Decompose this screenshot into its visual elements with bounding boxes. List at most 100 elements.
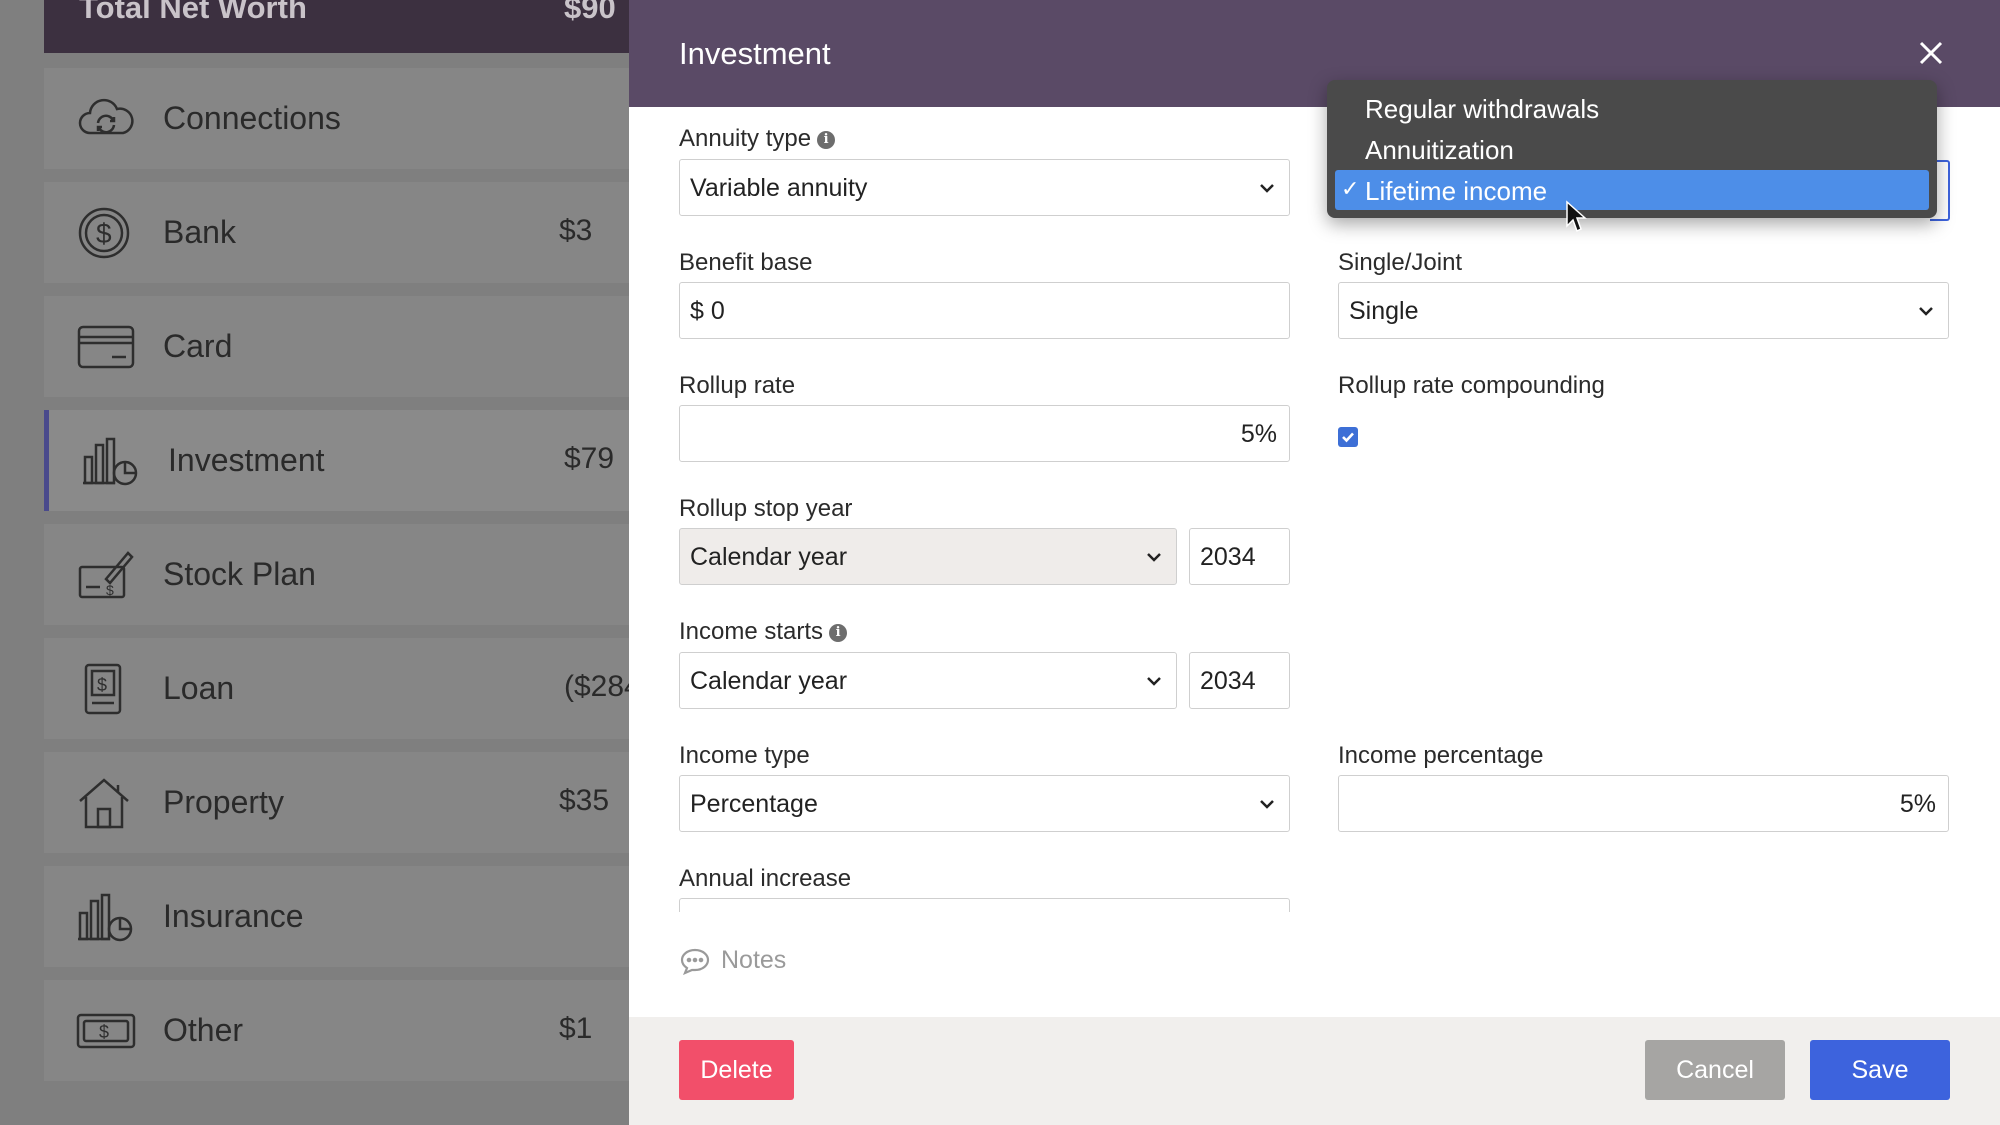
banknote-icon: $ xyxy=(76,1005,136,1057)
delete-button[interactable]: Delete xyxy=(679,1040,794,1100)
annuity-type-select[interactable]: Variable annuity xyxy=(679,159,1290,216)
dropdown-option-label: Regular withdrawals xyxy=(1365,94,1600,124)
benefit-base-label: Benefit base xyxy=(679,249,813,276)
rollup-rate-label: Rollup rate xyxy=(679,372,796,399)
save-button[interactable]: Save xyxy=(1810,1040,1950,1100)
annual-increase-label: Annual increase xyxy=(679,865,852,892)
net-worth-value: $90 xyxy=(564,0,616,25)
dropdown-option-annuitization[interactable]: Annuitization xyxy=(1335,129,1929,169)
account-amount: $3 xyxy=(559,214,593,247)
income-starts-year-input[interactable]: 2034 xyxy=(1189,652,1290,709)
rollup-stop-year-select[interactable]: Calendar year xyxy=(679,528,1177,585)
modal-footer: Delete Cancel Save xyxy=(629,1017,2000,1125)
chevron-down-icon xyxy=(1260,184,1274,193)
account-row-other[interactable]: $ Other $1 xyxy=(44,980,630,1081)
svg-text:$: $ xyxy=(96,218,112,249)
annual-increase-input[interactable] xyxy=(679,898,1290,912)
info-icon[interactable]: i xyxy=(817,130,836,149)
income-starts-year: 2034 xyxy=(1200,667,1256,695)
chevron-down-icon xyxy=(1919,307,1933,316)
account-name: Card xyxy=(163,328,233,364)
bar-chart-pie-icon xyxy=(76,891,136,943)
dropdown-option-regular-withdrawals[interactable]: Regular withdrawals xyxy=(1335,88,1929,128)
account-amount: $1 xyxy=(559,1012,593,1045)
income-percentage-label: Income percentage xyxy=(1338,742,1544,769)
income-percentage-value: 5% xyxy=(1899,790,1936,818)
income-starts-label-text: Income starts xyxy=(679,618,824,645)
background-accounts-panel: Total Net Worth $90 Connections $ Bank $… xyxy=(0,0,630,1125)
svg-text:$: $ xyxy=(106,582,114,598)
credit-card-icon xyxy=(76,321,136,373)
annuity-type-label: Annuity type i xyxy=(679,125,836,153)
cancel-button[interactable]: Cancel xyxy=(1645,1040,1785,1100)
chevron-down-icon xyxy=(1260,800,1274,809)
close-icon[interactable] xyxy=(1916,38,1946,68)
net-worth-bar: Total Net Worth $90 xyxy=(44,0,630,53)
income-type-select[interactable]: Percentage xyxy=(679,775,1290,832)
account-amount: $35 xyxy=(559,784,610,817)
single-joint-label: Single/Joint xyxy=(1338,249,1463,276)
account-row-property[interactable]: Property $35 xyxy=(44,752,630,853)
svg-text:$: $ xyxy=(99,1022,109,1042)
account-row-bank[interactable]: $ Bank $3 xyxy=(44,182,630,283)
income-starts-value: Calendar year xyxy=(690,667,848,695)
account-name: Bank xyxy=(163,214,236,250)
rollup-compounding-checkbox[interactable] xyxy=(1338,427,1358,447)
income-percentage-input[interactable]: 5% xyxy=(1338,775,1949,832)
income-type-value: Percentage xyxy=(690,790,818,818)
account-row-connections[interactable]: Connections xyxy=(44,68,630,169)
account-name: Insurance xyxy=(163,898,304,934)
dropdown-option-label: Lifetime income xyxy=(1365,176,1548,206)
account-name: Connections xyxy=(163,100,341,136)
speech-bubble-icon xyxy=(680,949,710,976)
account-amount: ($284 xyxy=(564,670,630,703)
chevron-down-icon xyxy=(1147,553,1161,562)
rollup-rate-value: 5% xyxy=(1240,420,1277,448)
rollup-stop-year-year: 2034 xyxy=(1200,543,1256,571)
rollup-stop-year-label: Rollup stop year xyxy=(679,495,853,522)
modal-title: Investment xyxy=(679,36,831,71)
dropdown-option-label: Annuitization xyxy=(1365,135,1514,165)
single-joint-value: Single xyxy=(1349,297,1419,325)
checkmark-icon: ✓ xyxy=(1341,177,1360,202)
svg-text:$: $ xyxy=(97,675,107,695)
bar-chart-pie-icon xyxy=(81,435,141,487)
account-row-insurance[interactable]: Insurance xyxy=(44,866,630,967)
dropdown-option-lifetime-income[interactable]: ✓ Lifetime income xyxy=(1335,170,1929,210)
annuity-type-value: Variable annuity xyxy=(690,174,868,202)
mouse-cursor-icon xyxy=(1566,200,1587,233)
cloud-sync-icon xyxy=(76,93,136,145)
house-icon xyxy=(76,777,136,829)
account-row-stock-plan[interactable]: $ Stock Plan xyxy=(44,524,630,625)
account-name: Loan xyxy=(163,670,235,706)
single-joint-select[interactable]: Single xyxy=(1338,282,1949,339)
loan-document-icon: $ xyxy=(76,663,136,715)
annuity-type-label-text: Annuity type xyxy=(679,125,812,152)
rollup-compounding-label: Rollup rate compounding xyxy=(1338,372,1605,399)
account-name: Investment xyxy=(168,442,325,478)
account-row-loan[interactable]: $ Loan ($284 xyxy=(44,638,630,739)
info-icon[interactable]: i xyxy=(829,623,848,642)
rollup-stop-year-value: Calendar year xyxy=(690,543,848,571)
income-starts-select[interactable]: Calendar year xyxy=(679,652,1177,709)
rollup-rate-input[interactable]: 5% xyxy=(679,405,1290,462)
account-amount: $79 xyxy=(564,442,615,475)
modal-body: Annuity type i Variable annuity Benefit b… xyxy=(629,107,2000,912)
stock-certificate-icon: $ xyxy=(76,549,136,601)
dollar-coin-icon: $ xyxy=(76,207,136,259)
account-name: Stock Plan xyxy=(163,556,316,592)
rollup-stop-year-input[interactable]: 2034 xyxy=(1189,528,1290,585)
account-name: Property xyxy=(163,784,284,820)
benefit-base-value: $ 0 xyxy=(690,297,725,325)
income-starts-label: Income starts i xyxy=(679,618,848,646)
net-worth-label: Total Net Worth xyxy=(79,0,307,25)
checkmark-icon xyxy=(1342,432,1354,443)
withdrawal-type-dropdown: Regular withdrawals Annuitization ✓ Life… xyxy=(1327,80,1937,218)
notes-label: Notes xyxy=(721,946,787,974)
notes-link[interactable]: Notes xyxy=(679,946,787,976)
account-name: Other xyxy=(163,1012,244,1048)
account-row-investment[interactable]: Investment $79 xyxy=(44,410,630,511)
benefit-base-input[interactable]: $ 0 xyxy=(679,282,1290,339)
account-row-card[interactable]: Card xyxy=(44,296,630,397)
income-type-label: Income type xyxy=(679,742,810,769)
